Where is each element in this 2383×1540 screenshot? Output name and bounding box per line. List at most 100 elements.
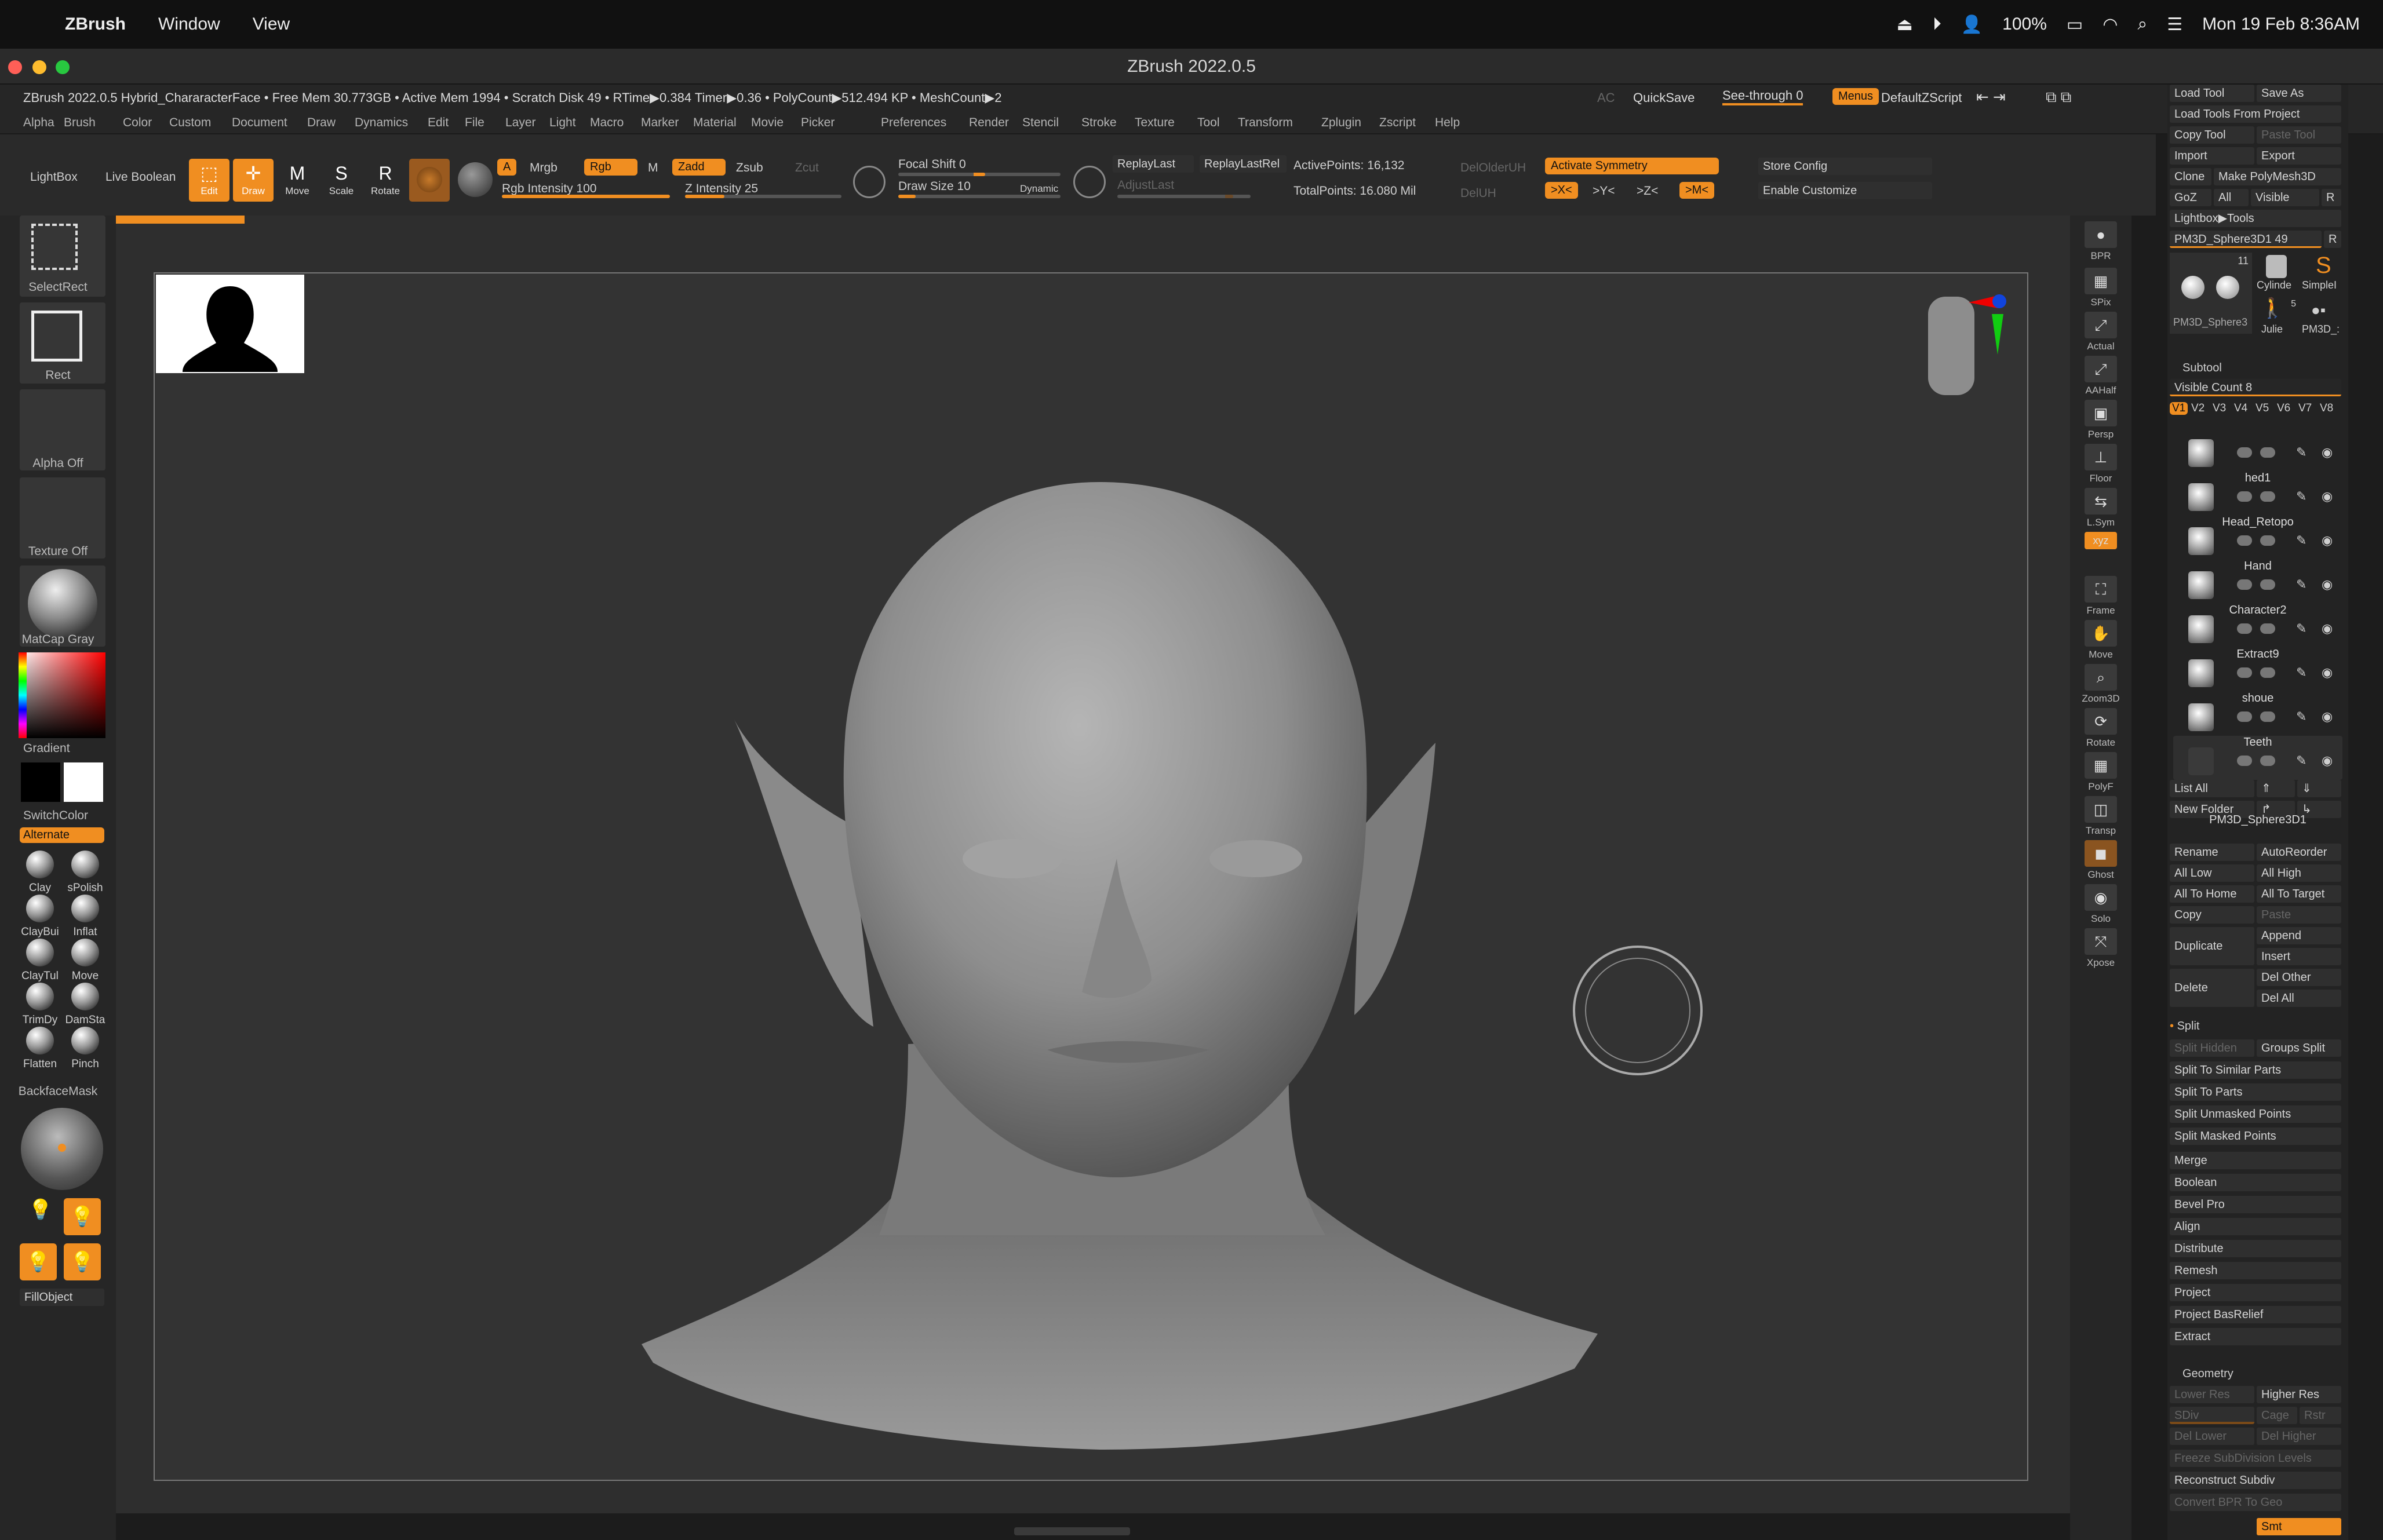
user-icon[interactable]: 👤 xyxy=(1961,14,1983,35)
save-as-button[interactable]: Save As xyxy=(2257,85,2341,102)
viewbar-zoom3d-button[interactable]: ⌕ Zoom3D xyxy=(2076,664,2126,705)
eye-icon[interactable]: ◉ xyxy=(2322,621,2333,636)
brush-icon[interactable]: ✎ xyxy=(2296,753,2307,768)
subtool-header[interactable]: Subtool xyxy=(2182,362,2222,375)
backfacemask-button[interactable]: BackfaceMask xyxy=(0,1085,116,1099)
subtool-toggle[interactable] xyxy=(2237,447,2252,458)
menu-file[interactable]: File xyxy=(465,116,484,130)
app-menu[interactable]: ZBrush xyxy=(65,14,126,34)
brush-icon[interactable]: ✎ xyxy=(2296,489,2307,504)
menu-zplugin[interactable]: Zplugin xyxy=(1321,116,1361,130)
menu-alpha[interactable]: Alpha xyxy=(23,116,54,130)
subtool-toggle[interactable] xyxy=(2260,667,2275,678)
eye-icon[interactable]: ◉ xyxy=(2322,709,2333,724)
bulb-icon[interactable]: 💡 xyxy=(25,1198,56,1228)
viewbar-actual-button[interactable]: ⤢ Actual xyxy=(2076,312,2126,352)
hue-strip[interactable] xyxy=(19,652,27,738)
activate-symmetry-button[interactable]: Activate Symmetry xyxy=(1545,158,1719,174)
viewbar-l-sym-button[interactable]: ⇆ L.Sym xyxy=(2076,488,2126,528)
subtool-version-v5[interactable]: V5 xyxy=(2256,402,2269,415)
autoreorder-button[interactable]: AutoReorder xyxy=(2257,844,2341,861)
brush-icon[interactable]: ✎ xyxy=(2296,445,2307,460)
subtool-row[interactable]: PM3D_Sphere3D1 xyxy=(2173,780,2342,826)
brush-icon[interactable]: ✎ xyxy=(2296,533,2307,548)
bulb-on-icon[interactable]: 💡 xyxy=(64,1243,101,1280)
load-tool-button[interactable]: Load Tool xyxy=(2170,85,2254,102)
make-polymesh-button[interactable]: Make PolyMesh3D xyxy=(2214,168,2341,185)
del-uh-button[interactable]: DelUH xyxy=(1460,187,1496,200)
split-header[interactable]: • Split xyxy=(2170,1020,2199,1033)
dynamic-toggle[interactable]: Dynamic xyxy=(1020,183,1058,195)
load-tools-from-project-button[interactable]: Load Tools From Project xyxy=(2170,105,2341,123)
color-sphere[interactable] xyxy=(458,162,493,197)
live-boolean-button[interactable]: Live Boolean xyxy=(105,170,176,184)
groups-split-button[interactable]: Groups Split xyxy=(2257,1039,2341,1057)
subtool-version-v3[interactable]: V3 xyxy=(2213,402,2226,415)
document-canvas[interactable] xyxy=(154,272,2028,1481)
menu-document[interactable]: Document xyxy=(232,116,287,130)
viewbar-spix-button[interactable]: ▦ SPix xyxy=(2076,268,2126,308)
menu-render[interactable]: Render xyxy=(969,116,1009,130)
battery-icon[interactable]: ▭ xyxy=(2067,14,2083,35)
subtool-version-v2[interactable]: V2 xyxy=(2191,402,2205,415)
rename-button[interactable]: Rename xyxy=(2170,844,2254,861)
all-to-target-button[interactable]: All To Target xyxy=(2257,885,2341,903)
all-button[interactable]: All xyxy=(2214,189,2249,206)
split-to-parts-button[interactable]: Split To Parts xyxy=(2170,1083,2341,1101)
viewbar-ghost-button[interactable]: ◼ Ghost xyxy=(2076,840,2126,881)
goz-button[interactable]: GoZ xyxy=(2170,189,2211,206)
all-to-home-button[interactable]: All To Home xyxy=(2170,885,2254,903)
menu-macro[interactable]: Macro xyxy=(590,116,624,130)
menu-layer[interactable]: Layer xyxy=(505,116,536,130)
sdiv-slider[interactable]: SDiv xyxy=(2170,1407,2254,1424)
tool-thumbnail-sphere[interactable]: 11 PM3D_Sphere3 xyxy=(2170,253,2252,334)
menu-transform[interactable]: Transform xyxy=(1238,116,1293,130)
focal-shift-slider[interactable] xyxy=(898,173,1061,176)
store-config-button[interactable]: Store Config xyxy=(1758,158,1932,175)
subtool-toggle[interactable] xyxy=(2237,623,2252,634)
clock[interactable]: Mon 19 Feb 8:36AM xyxy=(2202,14,2360,34)
subtool-row[interactable]: hed1 ◉ ✎ xyxy=(2173,472,2342,516)
subtool-toggle[interactable] xyxy=(2260,491,2275,502)
zadd-button[interactable]: Zadd xyxy=(672,159,726,176)
subtool-version-v8[interactable]: V8 xyxy=(2320,402,2333,415)
menu-brush[interactable]: Brush xyxy=(64,116,96,130)
viewbar-bpr-button[interactable]: ● BPR xyxy=(2076,221,2126,262)
bottom-shelf-handle[interactable] xyxy=(1014,1527,1130,1535)
subtool-toggle[interactable] xyxy=(2237,756,2252,766)
menu-marker[interactable]: Marker xyxy=(641,116,679,130)
remesh-section[interactable]: Remesh xyxy=(2170,1262,2341,1279)
draw-button[interactable]: ✛ Draw xyxy=(233,159,274,202)
zcut-button[interactable]: Zcut xyxy=(795,161,819,175)
convert-bpr-button[interactable]: Convert BPR To Geo xyxy=(2170,1494,2341,1511)
geometry-header[interactable]: Geometry xyxy=(2182,1367,2233,1381)
append-button[interactable]: Append xyxy=(2257,927,2341,944)
sym-m-button[interactable]: >M< xyxy=(1679,182,1715,199)
align-section[interactable]: Align xyxy=(2170,1218,2341,1235)
menu-texture[interactable]: Texture xyxy=(1135,116,1175,130)
subtool-row[interactable]: ◉ ✎ xyxy=(2173,428,2342,472)
enable-customize-button[interactable]: Enable Customize xyxy=(1758,182,1932,199)
project-section[interactable]: Project xyxy=(2170,1284,2341,1301)
rotate-button[interactable]: R Rotate xyxy=(365,159,406,202)
subtool-row[interactable]: Character2 ◉ ✎ xyxy=(2173,604,2342,648)
menu-draw[interactable]: Draw xyxy=(307,116,336,130)
copy-button[interactable]: Copy xyxy=(2170,906,2254,924)
sym-x-button[interactable]: >X< xyxy=(1545,182,1578,199)
current-tool-slider[interactable]: PM3D_Sphere3D1 49 xyxy=(2170,231,2322,248)
menu-tool[interactable]: Tool xyxy=(1197,116,1220,130)
subtool-toggle[interactable] xyxy=(2237,491,2252,502)
eye-icon[interactable]: ◉ xyxy=(2322,577,2333,592)
viewbar-rotate-button[interactable]: ⟳ Rotate xyxy=(2076,708,2126,749)
wifi-icon[interactable]: ◠ xyxy=(2103,14,2118,35)
subtool-toggle[interactable] xyxy=(2260,756,2275,766)
subtool-version-v4[interactable]: V4 xyxy=(2234,402,2247,415)
delete-button[interactable]: Delete xyxy=(2170,969,2254,1007)
brush-icon[interactable]: ✎ xyxy=(2296,665,2307,680)
eye-icon[interactable]: ◉ xyxy=(2322,445,2333,460)
eye-icon[interactable]: ◉ xyxy=(2322,489,2333,504)
control-center-icon[interactable]: ☰ xyxy=(2167,14,2182,35)
menu-stencil[interactable]: Stencil xyxy=(1022,116,1059,130)
viewbar-frame-button[interactable]: ⛶ Frame xyxy=(2076,576,2126,616)
material-swatch[interactable] xyxy=(409,159,450,202)
